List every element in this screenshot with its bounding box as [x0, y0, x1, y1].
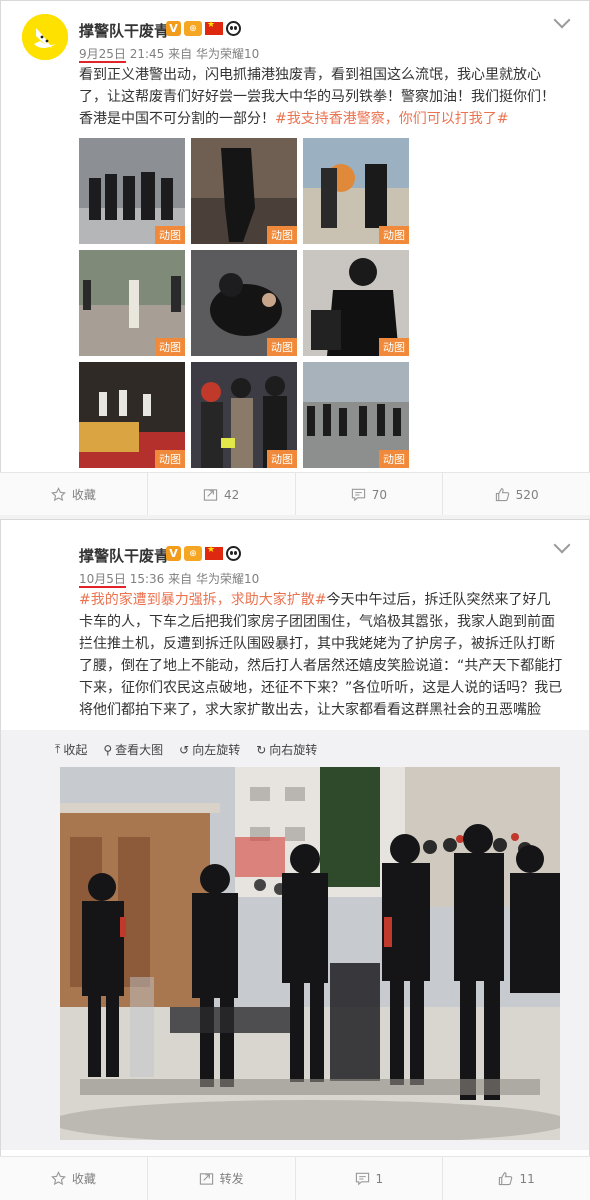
gif-badge: 动图: [379, 338, 409, 356]
post-body: #我的家遭到暴力强拆，求助大家扩散#今天中午过后，拆迁队突然来了好几卡车的人，下…: [79, 589, 564, 721]
gif-badge: 动图: [379, 226, 409, 244]
gif-badge: 动图: [155, 338, 185, 356]
gif-thumbnail[interactable]: 动图: [79, 138, 185, 244]
gif-thumbnail[interactable]: 动图: [191, 138, 297, 244]
collapse-button[interactable]: ⤒ 收起: [55, 741, 87, 758]
repost-icon: [199, 1173, 213, 1185]
rotate-left-button[interactable]: ↺ 向左旋转: [179, 741, 240, 758]
view-large-button[interactable]: ⚲ 查看大图: [103, 741, 163, 758]
post-date[interactable]: 10月5日: [79, 572, 126, 588]
gif-badge: 动图: [267, 226, 297, 244]
gif-thumbnail[interactable]: 动图: [79, 362, 185, 468]
post-body: 看到正义港警出动，闪电抓捕港独废青，看到祖国这么流氓，我心里就放心了，让这帮废青…: [79, 64, 564, 130]
gif-thumbnail[interactable]: 动图: [191, 250, 297, 356]
repost-icon: [203, 489, 218, 501]
like-button[interactable]: 520: [443, 473, 590, 516]
post-time[interactable]: 15:36: [130, 572, 165, 586]
magnifier-icon: ⚲: [103, 742, 113, 757]
star-icon: [50, 487, 66, 502]
favorite-button[interactable]: 收藏: [0, 473, 148, 516]
comment-button[interactable]: 70: [296, 473, 444, 516]
post-source: 来自 华为荣耀10: [168, 572, 260, 586]
post-meta: 9月25日 21:45 来自 华为荣耀10: [79, 45, 260, 63]
panda-icon: [226, 546, 241, 561]
gif-badge: 动图: [155, 450, 185, 468]
favorite-button[interactable]: 收藏: [0, 1157, 148, 1200]
china-flag-icon: [205, 20, 223, 35]
gif-thumbnail[interactable]: 动图: [79, 250, 185, 356]
gif-badge: 动图: [267, 450, 297, 468]
gif-thumbnail[interactable]: 动图: [191, 362, 297, 468]
verified-v-icon: V: [166, 546, 181, 561]
member-level-icon: ⊕: [184, 546, 202, 561]
post-photo[interactable]: [60, 767, 560, 1140]
gif-badge: 动图: [379, 450, 409, 468]
user-badges: V ⊕: [166, 20, 241, 36]
gif-thumbnail[interactable]: 动图: [303, 138, 409, 244]
china-flag-icon: [205, 545, 223, 560]
post-source: 来自 华为荣耀10: [168, 47, 260, 61]
gif-thumbnail[interactable]: 动图: [303, 250, 409, 356]
repost-button[interactable]: 42: [148, 473, 296, 516]
comment-icon: [355, 1172, 369, 1186]
user-avatar[interactable]: [22, 14, 68, 60]
post-actions-bar: 收藏 42 70 520: [0, 472, 590, 516]
user-badges: V ⊕: [166, 545, 241, 561]
post-body-text: 今天中午过后，拆迁队突然来了好几卡车的人，下车之后把我们家房子团团围住，气焰极其…: [79, 592, 563, 718]
image-grid: 动图 动图 动图 动图 动图 动图 动图 动图 动图: [79, 138, 409, 468]
gif-thumbnail[interactable]: 动图: [303, 362, 409, 468]
member-level-icon: ⊕: [184, 21, 202, 36]
image-toolbar: ⤒ 收起 ⚲ 查看大图 ↺ 向左旋转 ↻ 向右旋转: [55, 741, 317, 758]
collapse-icon: ⤒: [55, 742, 61, 756]
gif-badge: 动图: [155, 226, 185, 244]
rotate-right-icon: ↻: [256, 742, 267, 757]
rotate-right-button[interactable]: ↻ 向右旋转: [256, 741, 317, 758]
star-icon: [50, 1171, 66, 1186]
username[interactable]: 撑警队干废青: [79, 545, 169, 566]
post-actions-bar: 收藏 转发 1 11: [0, 1156, 590, 1200]
repost-button[interactable]: 转发: [148, 1157, 296, 1200]
verified-v-icon: V: [166, 21, 181, 36]
like-button[interactable]: 11: [443, 1157, 590, 1200]
thumbs-up-icon: [499, 1172, 513, 1186]
hashtag-link[interactable]: #我的家遭到暴力强拆，求助大家扩散#: [79, 592, 326, 608]
comment-button[interactable]: 1: [296, 1157, 444, 1200]
post-time[interactable]: 21:45: [130, 47, 165, 61]
rotate-left-icon: ↺: [179, 742, 190, 757]
post-meta: 10月5日 15:36 来自 华为荣耀10: [79, 570, 260, 588]
panda-icon: [226, 21, 241, 36]
username[interactable]: 撑警队干废青: [79, 20, 169, 41]
thumbs-up-icon: [495, 488, 509, 502]
gif-badge: 动图: [267, 338, 297, 356]
comment-icon: [351, 488, 365, 502]
hashtag-link[interactable]: #我支持香港警察，你们可以打我了#: [275, 111, 508, 127]
post-date[interactable]: 9月25日: [79, 47, 126, 63]
